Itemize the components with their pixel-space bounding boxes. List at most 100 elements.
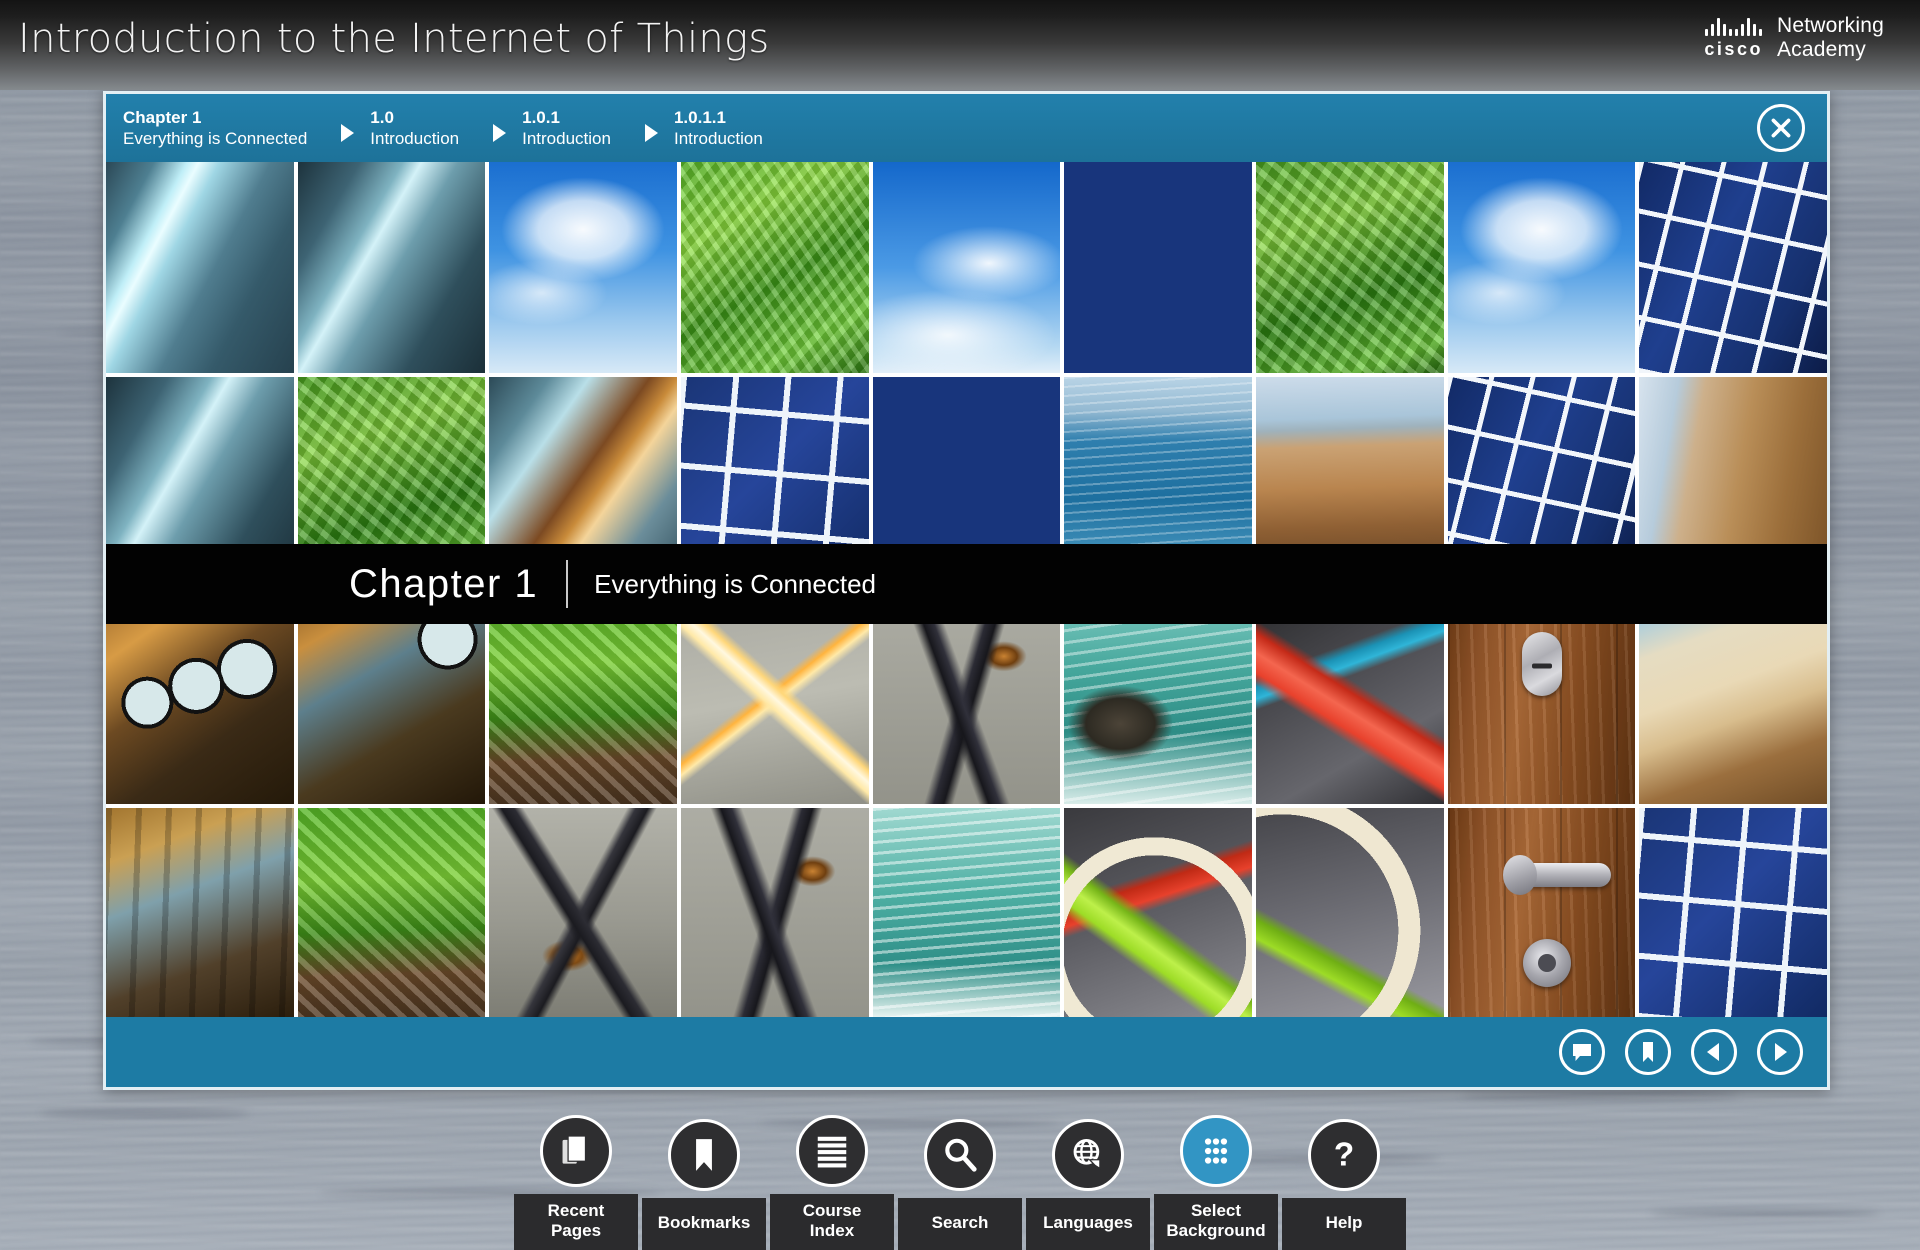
triangle-left-icon	[1707, 1043, 1719, 1061]
door-lock-icon	[1521, 632, 1562, 697]
svg-text:?: ?	[1334, 1136, 1354, 1173]
brand-line-1: Networking	[1776, 14, 1884, 37]
breadcrumb-item-topic[interactable]: 1.0.1 Introduction	[522, 107, 611, 150]
close-button[interactable]	[1757, 104, 1805, 152]
next-button[interactable]	[1757, 1029, 1803, 1075]
bookmark-icon	[696, 1139, 712, 1171]
select-background-icon-circle	[1180, 1114, 1252, 1187]
search-label: Search	[898, 1198, 1022, 1250]
select-background-label: Select Background	[1154, 1193, 1278, 1250]
bookmark-button[interactable]	[1625, 1029, 1671, 1075]
close-icon	[1771, 118, 1791, 138]
breadcrumb-number: 1.0.1.1	[673, 107, 726, 127]
select-background-button[interactable]: Select Background	[1154, 1114, 1278, 1250]
help-label: Help	[1282, 1198, 1406, 1250]
search-button[interactable]: Search	[898, 1119, 1022, 1250]
breadcrumb-item-page[interactable]: 1.0.1.1 Introduction	[674, 107, 763, 150]
mosaic-tile-wire-burnt-2	[681, 807, 869, 1019]
viewer-footer-toolbar	[106, 1017, 1827, 1087]
chapter-cover-mosaic: Chapter 1 Everything is Connected	[106, 162, 1828, 1023]
door-keyhole-icon	[1522, 938, 1571, 987]
bookmarks-label: Bookmarks	[642, 1198, 766, 1250]
grid-dots-icon	[1204, 1138, 1228, 1164]
bottom-toolbar: Recent Pages Bookmarks Course Index Sear…	[0, 1090, 1920, 1250]
breadcrumb-subtitle: Introduction	[370, 129, 460, 148]
help-button[interactable]: ? Help	[1282, 1119, 1406, 1250]
mosaic-tile-wire-burnt	[489, 807, 678, 1019]
mosaic-tile-bicycle-red	[1256, 592, 1444, 804]
speech-bubble-icon	[1573, 1044, 1591, 1061]
mosaic-tile-green-plant-soil	[489, 592, 678, 804]
chapter-title-band: Chapter 1 Everything is Connected	[106, 544, 1827, 624]
help-icon-circle: ?	[1308, 1119, 1380, 1191]
breadcrumb-arrow-icon	[644, 124, 658, 142]
recent-pages-button[interactable]: Recent Pages	[514, 1114, 638, 1250]
breadcrumb-number: 1.0	[370, 107, 394, 127]
mosaic-tile-bicycle-wheel	[1064, 807, 1253, 1019]
breadcrumb-number: Chapter 1	[123, 107, 202, 127]
mosaic-tile-sky-clouds-3	[1447, 162, 1636, 374]
mosaic-tile-pipes-industrial	[106, 807, 294, 1019]
triangle-right-icon	[1775, 1043, 1787, 1061]
course-index-icon-circle	[796, 1114, 868, 1187]
mosaic-tile-green-leaves-soil	[297, 807, 486, 1019]
cisco-logo-mark: cisco	[1704, 16, 1763, 60]
bookmarks-button[interactable]: Bookmarks	[642, 1119, 766, 1250]
breadcrumb-subtitle: Introduction	[522, 129, 611, 148]
languages-button[interactable]: Languages	[1026, 1119, 1150, 1250]
mosaic-tile-ocean-surf	[1064, 592, 1253, 804]
magnifier-icon	[945, 1138, 977, 1172]
cisco-wordmark: cisco	[1704, 38, 1763, 59]
mosaic-tile-sky-clouds	[489, 162, 678, 374]
bookmarks-icon-circle	[668, 1119, 740, 1191]
door-handle-icon	[1503, 854, 1612, 895]
mosaic-tile-beach-cliff	[1639, 592, 1828, 804]
languages-label: Languages	[1026, 1198, 1150, 1250]
bookmark-icon	[1643, 1042, 1653, 1062]
mosaic-row	[106, 592, 1828, 808]
app-header: Introduction to the Internet of Things c…	[0, 0, 1920, 90]
mosaic-tile-green-grass	[1256, 162, 1444, 374]
mosaic-tile-ocean-waves	[872, 807, 1061, 1019]
cisco-bars-icon	[1705, 16, 1763, 36]
breadcrumb-arrow-icon	[341, 124, 355, 142]
question-icon: ?	[1334, 1136, 1354, 1173]
chapter-number: Chapter 1	[349, 561, 539, 606]
breadcrumb-subtitle: Introduction	[673, 129, 763, 148]
list-lines-icon	[817, 1136, 847, 1168]
book-pages-icon	[562, 1135, 587, 1164]
notes-button[interactable]	[1559, 1029, 1605, 1075]
breadcrumb-item-section[interactable]: 1.0 Introduction	[370, 107, 459, 150]
mosaic-tile-bicycle-wheel-2	[1256, 807, 1444, 1019]
mosaic-row	[106, 807, 1828, 1023]
mosaic-tile-solar-panel-close	[1639, 807, 1828, 1019]
recent-pages-icon-circle	[540, 1114, 612, 1187]
networking-academy-text: Networking Academy	[1777, 14, 1884, 61]
mosaic-tile-gauges	[106, 592, 294, 804]
recent-pages-label: Recent Pages	[514, 1193, 638, 1250]
breadcrumb: Chapter 1 Everything is Connected 1.0 In…	[106, 94, 1827, 162]
previous-button[interactable]	[1691, 1029, 1737, 1075]
chapter-divider	[566, 560, 569, 608]
mosaic-tile-gauges-2	[297, 592, 486, 804]
languages-icon-circle	[1052, 1119, 1124, 1191]
breadcrumb-arrow-icon	[493, 124, 507, 142]
globe-speech-icon	[1073, 1139, 1101, 1170]
search-icon-circle	[924, 1119, 996, 1191]
course-index-label: Course Index	[770, 1193, 894, 1250]
page-title: Introduction to the Internet of Things	[18, 16, 770, 62]
mosaic-tile-wire-filament-2	[872, 592, 1061, 804]
brand-line-2: Academy	[1776, 37, 1866, 61]
course-index-button[interactable]: Course Index	[770, 1114, 894, 1250]
mosaic-tile-green-leaves	[681, 162, 869, 374]
cisco-networking-academy-logo: cisco Networking Academy	[1704, 14, 1884, 61]
mosaic-row	[106, 162, 1828, 377]
mosaic-tile-door-wood-handle	[1447, 807, 1636, 1019]
mosaic-tile-sky-clouds-2	[872, 162, 1061, 374]
mosaic-tile-pipe-steel-dark	[297, 162, 486, 374]
breadcrumb-subtitle: Everything is Connected	[123, 129, 308, 148]
mosaic-tile-solar-panels	[1064, 162, 1253, 374]
mosaic-tile-wire-filament	[681, 592, 869, 804]
mosaic-tile-solar-panels-2	[1639, 162, 1828, 374]
breadcrumb-item-chapter[interactable]: Chapter 1 Everything is Connected	[123, 107, 307, 150]
